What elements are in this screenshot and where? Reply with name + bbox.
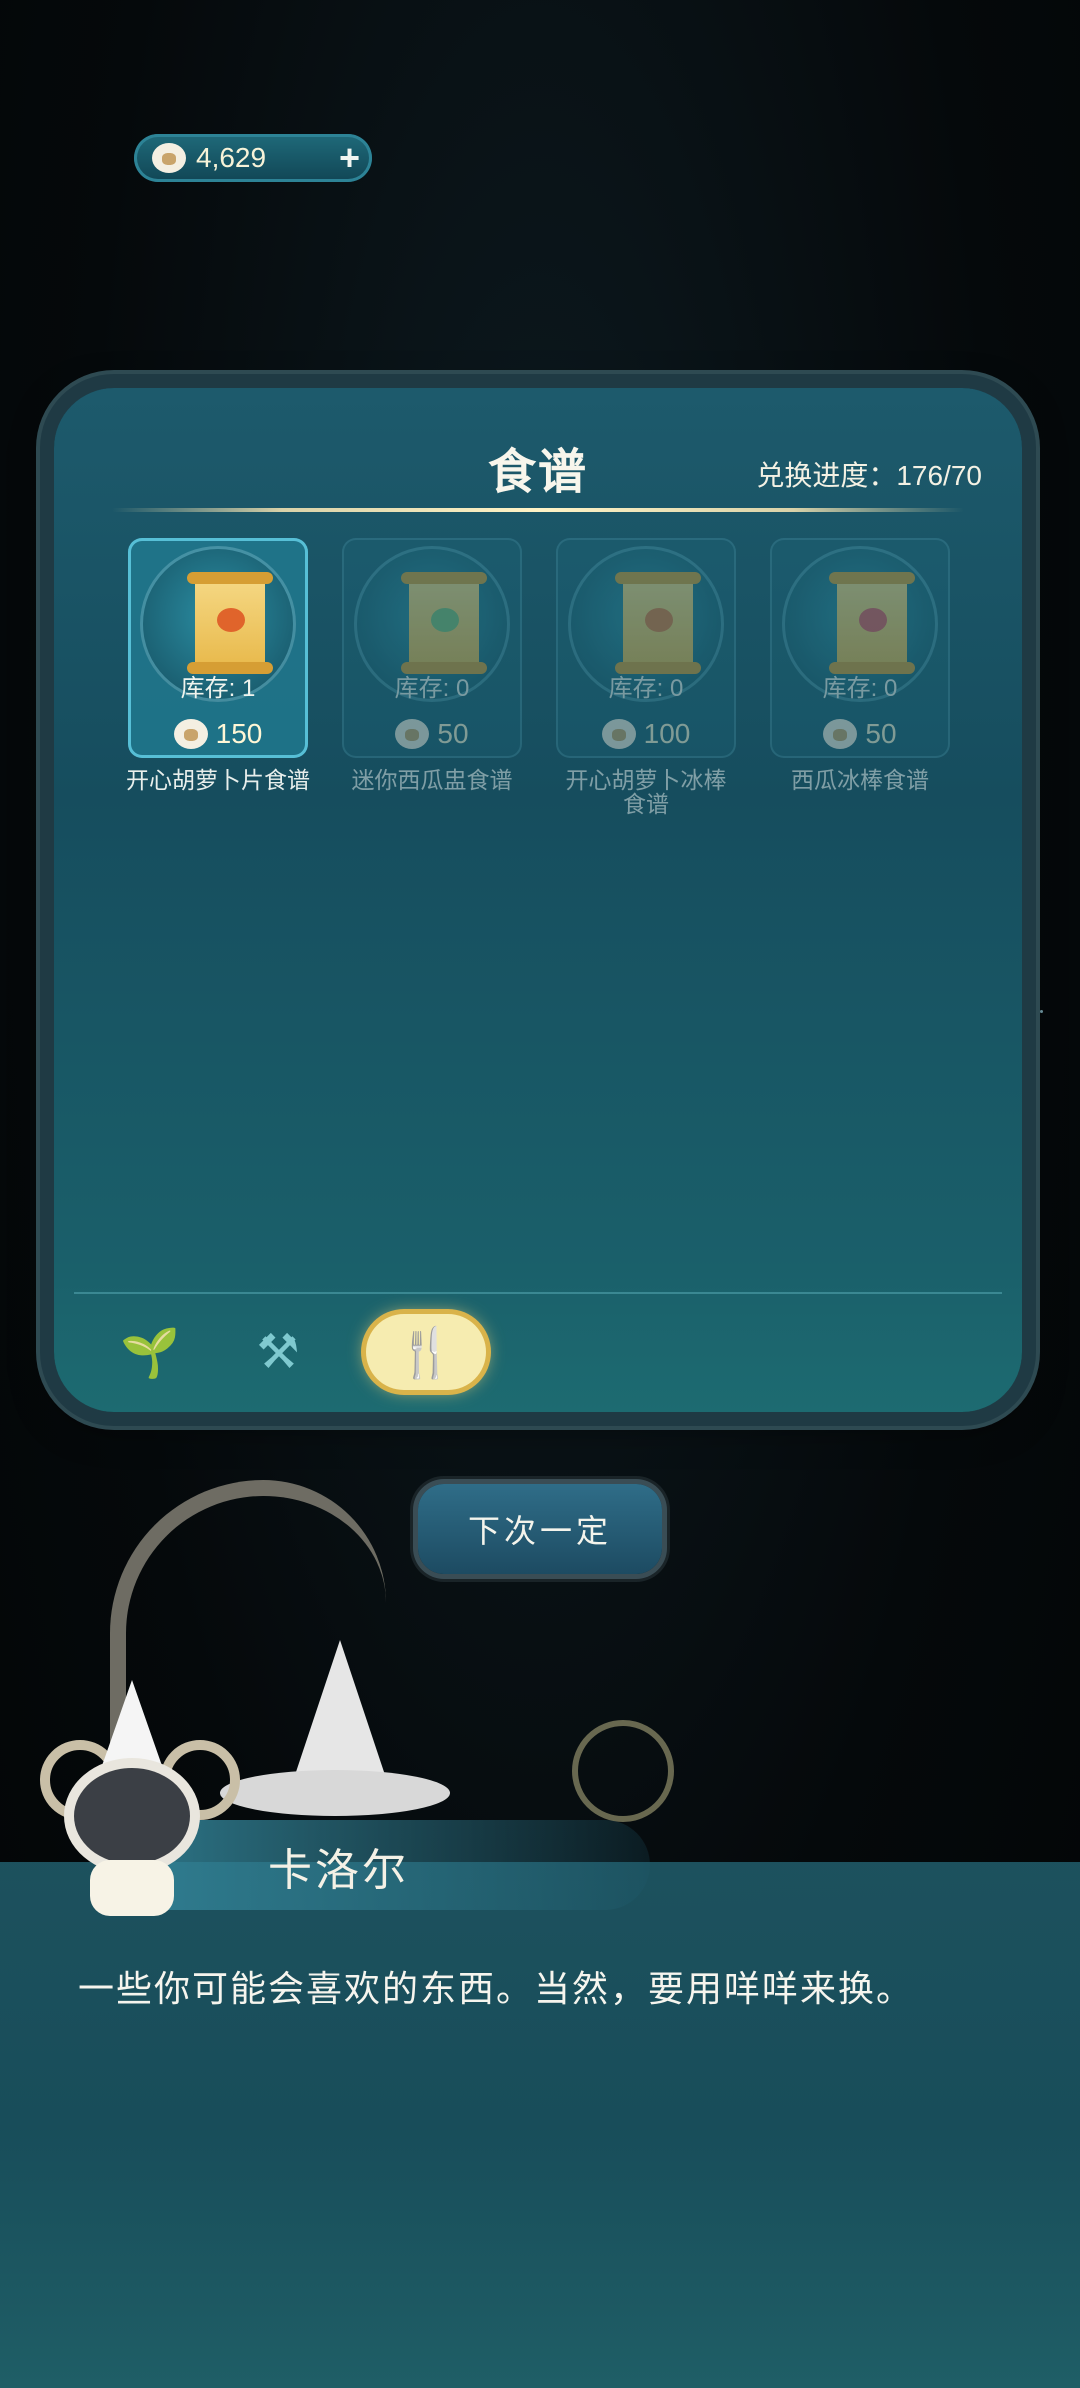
sheep-coin-icon — [601, 719, 636, 749]
witch-hat-decoration — [290, 1640, 390, 1790]
price-label: 50 — [437, 718, 469, 749]
recipe-scroll-icon — [829, 572, 915, 674]
stock-label: 库存: 0 — [822, 675, 898, 702]
plus-icon[interactable]: + — [339, 140, 360, 176]
dreamcatcher-icon — [572, 1720, 674, 1822]
recipe-scroll-icon — [615, 572, 701, 674]
character-face — [74, 1768, 190, 1864]
recipe-name: 迷你西瓜盅食谱 — [351, 767, 513, 793]
recipe-card[interactable]: 库存: 0 50 — [342, 538, 522, 758]
category-tabbar: 🌱 ⚒ 🍴 — [74, 1292, 1002, 1412]
price-label: 50 — [865, 718, 897, 749]
star-decoration — [1040, 1010, 1043, 1013]
recipe-card[interactable]: 库存: 1 150 — [128, 538, 308, 758]
sheep-coin-icon — [823, 719, 858, 749]
exchange-progress: 兑换进度：176/70 — [756, 460, 982, 491]
sprout-icon[interactable]: 🌱 — [90, 1314, 210, 1390]
witch-hat-brim — [220, 1770, 450, 1816]
dialog-text: 一些你可能会喜欢的东西。当然，要用咩咩来换。 — [78, 1968, 915, 2009]
dialog-box[interactable] — [0, 1862, 1080, 2388]
currency-pill[interactable]: 4,629 + — [134, 134, 372, 182]
currency-value: 4,629 — [196, 142, 267, 173]
next-time-button[interactable]: 下次一定 — [418, 1484, 662, 1574]
character-body — [90, 1860, 174, 1916]
recipe-scroll-icon — [187, 572, 273, 674]
price-label: 100 — [643, 718, 691, 749]
title-divider — [112, 508, 964, 512]
character-portrait — [40, 1680, 240, 1920]
sheep-coin-icon — [395, 719, 430, 749]
price-label: 150 — [215, 718, 263, 749]
recipe-card[interactable]: 库存: 0 100 — [556, 538, 736, 758]
recipe-panel: 食谱 兑换进度：176/70 库存: 1 150 开心胡萝卜片食谱 库存: 0 … — [54, 388, 1022, 1412]
stock-label: 库存: 0 — [608, 675, 684, 702]
recipe-card[interactable]: 库存: 0 50 — [770, 538, 950, 758]
tools-icon[interactable]: ⚒ — [218, 1314, 338, 1390]
stock-label: 库存: 0 — [394, 675, 470, 702]
recipe-scroll-icon — [401, 572, 487, 674]
recipe-name: 开心胡萝卜冰棒食谱 — [565, 767, 727, 817]
sheep-coin-icon — [152, 143, 186, 173]
speaker-name: 卡洛尔 — [268, 1846, 409, 1895]
stock-label: 库存: 1 — [180, 675, 256, 702]
sheep-coin-icon — [173, 719, 208, 749]
recipe-name: 开心胡萝卜片食谱 — [126, 767, 310, 793]
recipe-name: 西瓜冰棒食谱 — [791, 767, 929, 793]
recipe-utensils-icon[interactable]: 🍴 — [366, 1314, 486, 1390]
